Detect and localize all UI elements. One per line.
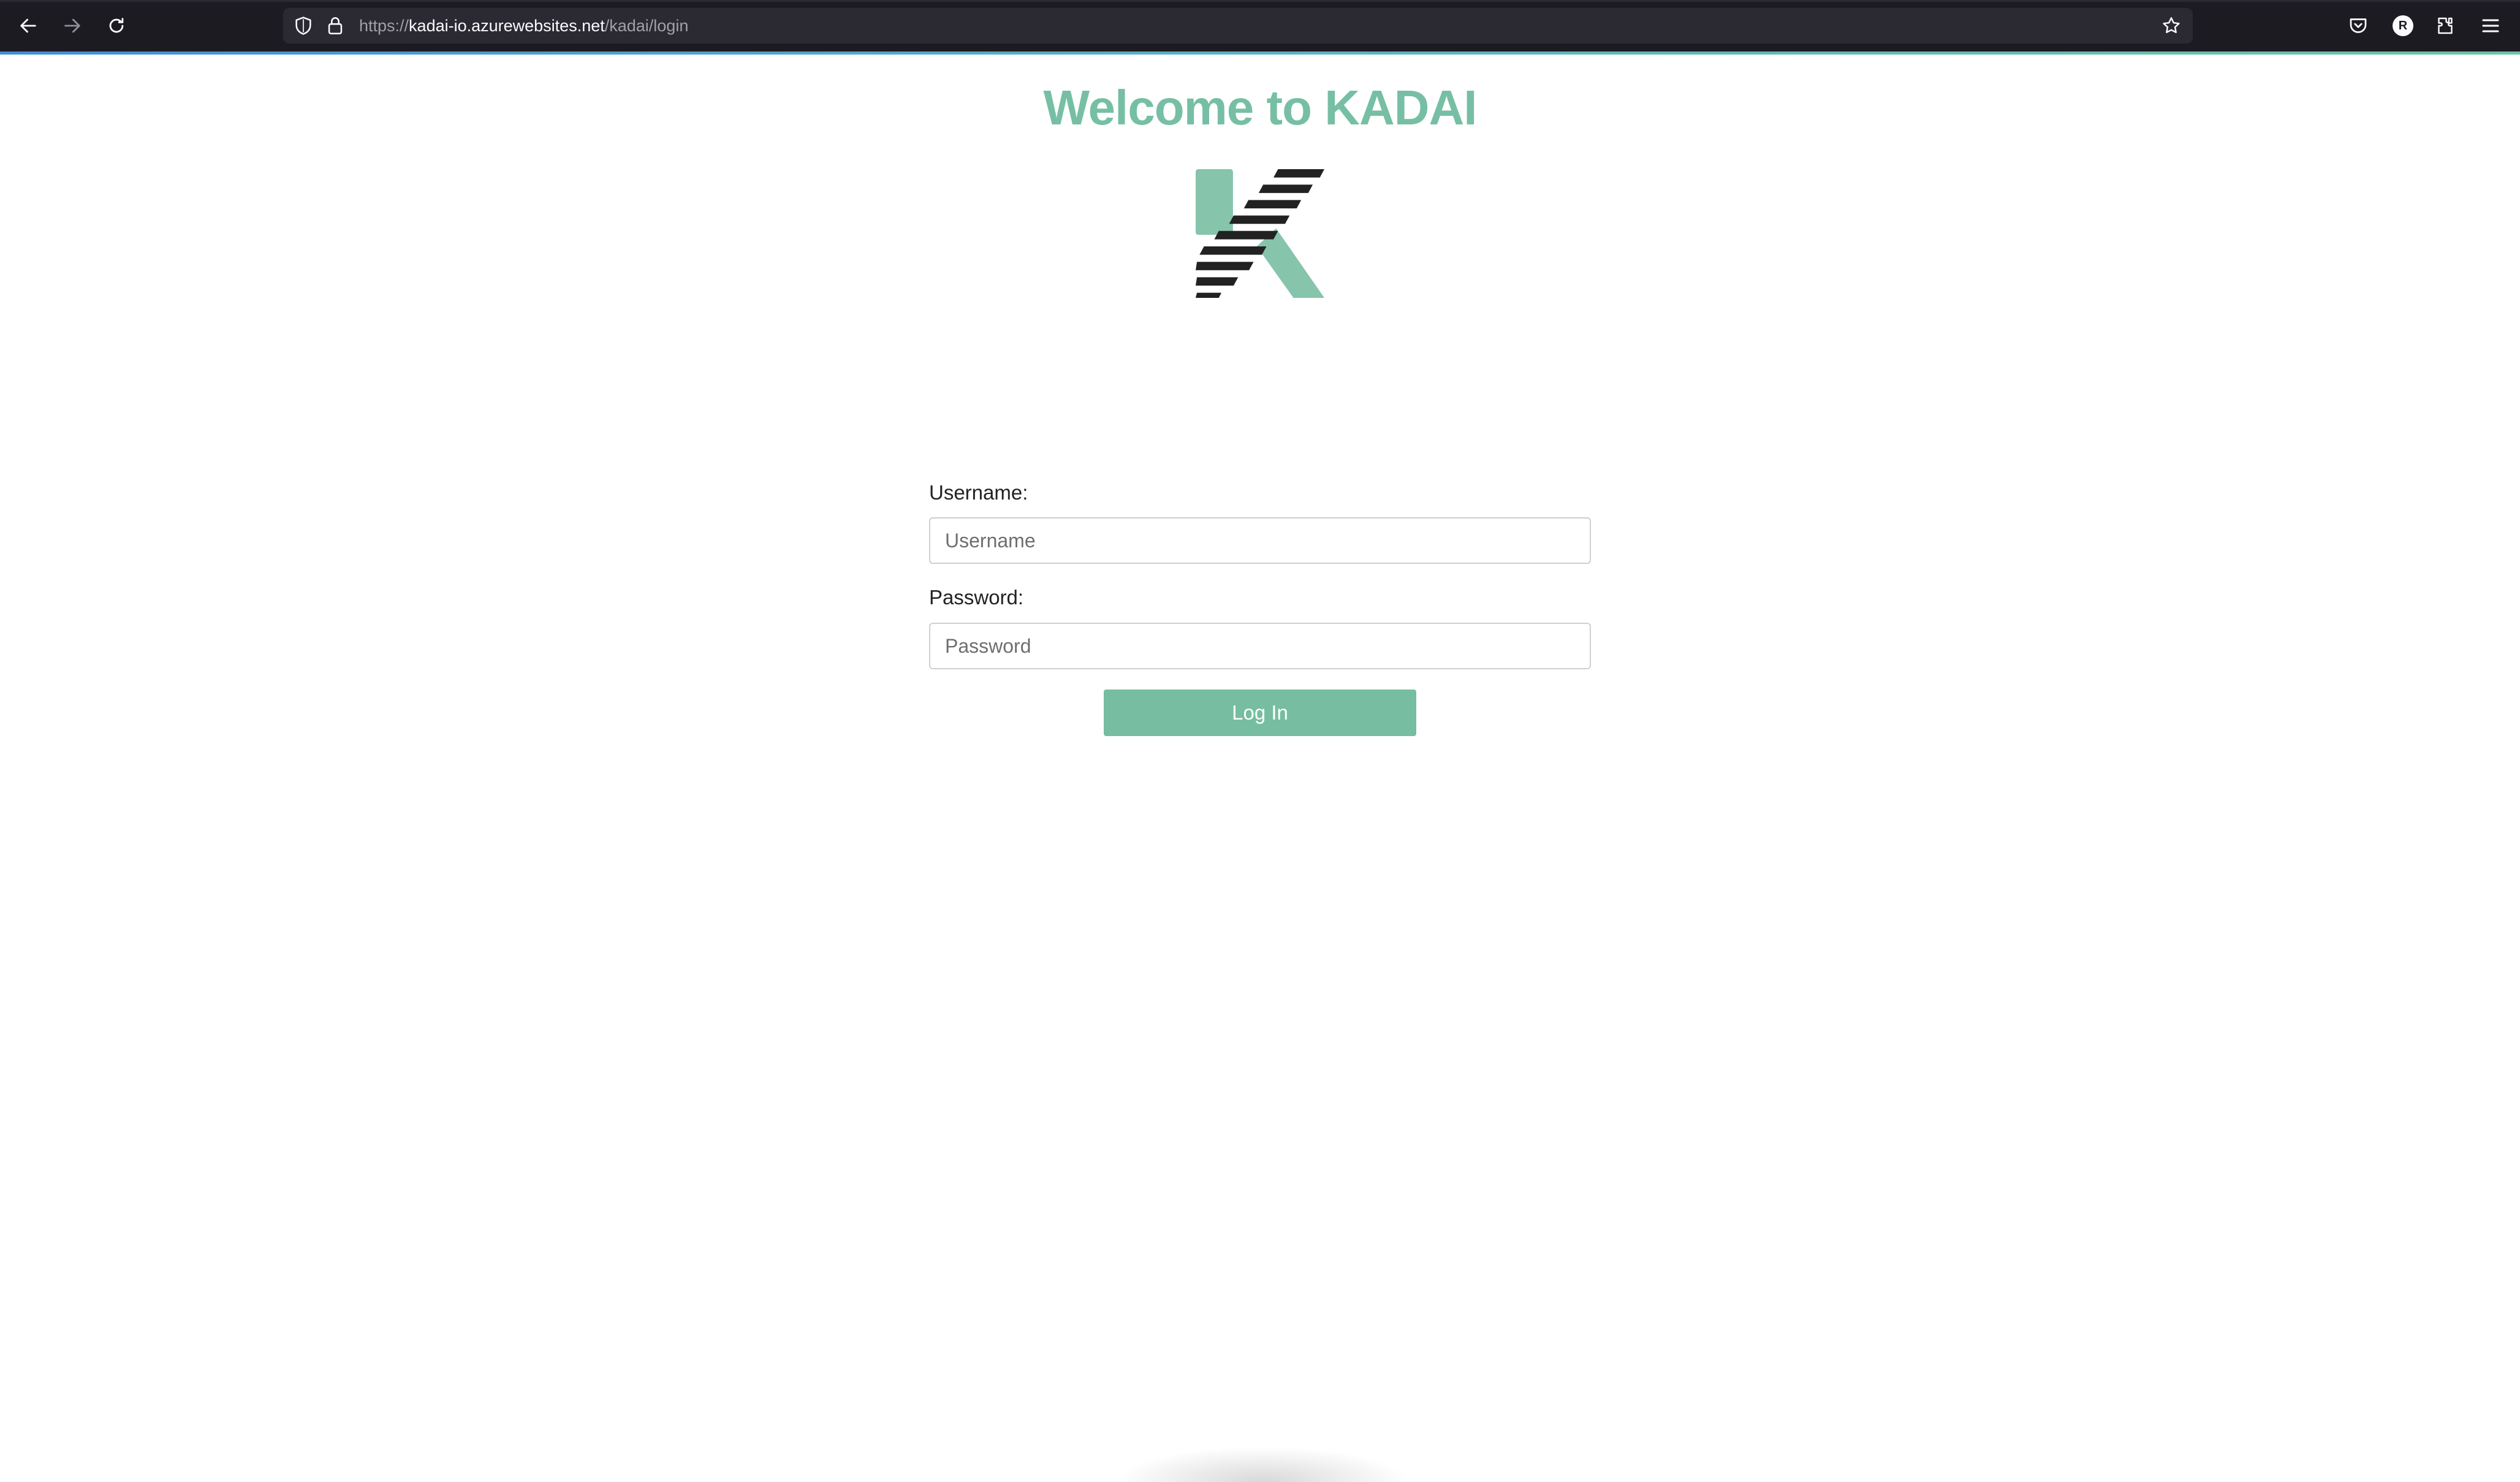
account-avatar[interactable]: R <box>2393 15 2413 36</box>
forward-arrow-icon <box>64 18 80 33</box>
password-label: Password: <box>929 586 1024 609</box>
extensions-icon[interactable] <box>2434 15 2456 37</box>
url-scheme: https:// <box>359 17 409 35</box>
back-button[interactable] <box>13 11 43 40</box>
bottom-shadow <box>1115 1446 1410 1482</box>
forward-button[interactable] <box>58 11 87 40</box>
kadai-logo <box>1196 169 1324 298</box>
reload-icon <box>109 18 124 33</box>
reload-button[interactable] <box>102 11 131 40</box>
url-text[interactable]: https://kadai-io.azurewebsites.net/kadai… <box>359 16 688 36</box>
username-input[interactable] <box>929 517 1591 564</box>
back-arrow-icon <box>20 18 36 33</box>
star-icon[interactable] <box>2161 15 2182 36</box>
logo-vertical-bar <box>1196 169 1233 235</box>
url-path: /kadai/login <box>604 17 689 35</box>
login-button[interactable]: Log In <box>1104 690 1416 736</box>
lock-icon[interactable] <box>325 15 346 36</box>
browser-toolbar: https://kadai-io.azurewebsites.net/kadai… <box>0 0 2520 51</box>
loading-accent-line <box>0 51 2520 55</box>
username-label: Username: <box>929 481 1028 504</box>
password-input[interactable] <box>929 623 1591 669</box>
url-host: kadai-io.azurewebsites.net <box>409 17 605 35</box>
tab-strip-edge <box>0 0 2520 2</box>
menu-icon[interactable] <box>2480 15 2502 37</box>
address-bar[interactable]: https://kadai-io.azurewebsites.net/kadai… <box>283 8 2193 44</box>
pocket-icon[interactable] <box>2347 15 2369 37</box>
shield-icon[interactable] <box>293 15 314 36</box>
page-title: Welcome to KADAI <box>1043 80 1477 135</box>
